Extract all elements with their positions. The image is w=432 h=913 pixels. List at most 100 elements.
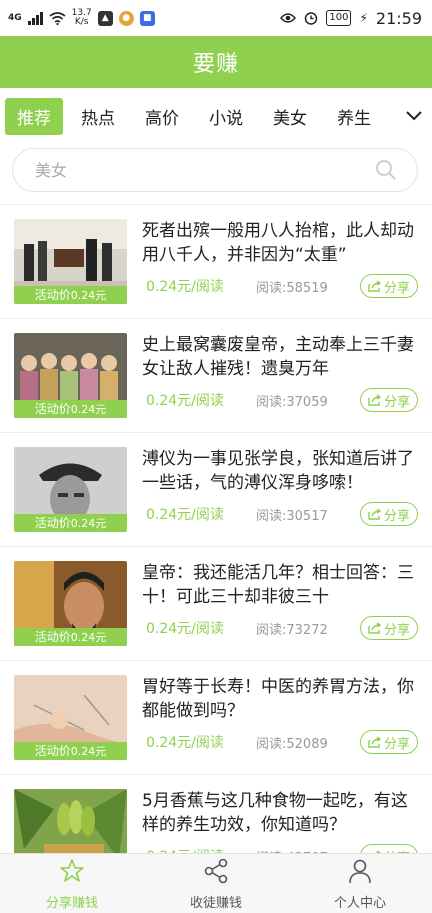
- article-feed[interactable]: 活动价0.24元 死者出殡一般用八人抬棺，此人却动用八千人，并非因为“太重” 0.2…: [0, 205, 432, 853]
- bottom-navigation: 分享赚钱 收徒赚钱 个人中心: [0, 853, 432, 913]
- tab-3[interactable]: 小说: [197, 98, 255, 135]
- share-button[interactable]: 分享: [360, 616, 418, 640]
- article-thumbnail[interactable]: 活动价0.24元: [14, 447, 127, 532]
- promo-price: 0.24元: [70, 289, 107, 302]
- article-item[interactable]: 活动价0.24元 胃好等于长寿！中医的养胃方法，你都能做到吗？ 0.24元/阅读 阅读…: [0, 661, 432, 775]
- tab-list: 推荐热点高价小说美女养生搞: [0, 97, 396, 135]
- read-count: 阅读:52089: [256, 736, 328, 752]
- read-count: 阅读:58519: [256, 280, 328, 296]
- article-item[interactable]: 活动价0.24元 史上最窝囊废皇帝，主动奉上三千妻女让敌人摧残！遗臭万年 0.24元…: [0, 319, 432, 433]
- share-label: 分享: [383, 394, 410, 410]
- article-title[interactable]: 胃好等于长寿！中医的养胃方法，你都能做到吗？: [142, 675, 422, 723]
- promo-price: 0.24元: [70, 403, 107, 416]
- share-button[interactable]: 分享: [360, 502, 418, 526]
- star-icon: [58, 857, 86, 889]
- article-item[interactable]: 活动价0.24元 溥仪为一事见张学良，张知道后讲了一些话，气的溥仪浑身哆嗦！ 0.2…: [0, 433, 432, 547]
- share-button[interactable]: 分享: [360, 274, 418, 298]
- article-thumbnail[interactable]: 活动价0.24元: [14, 675, 127, 760]
- person-icon: [346, 857, 374, 889]
- promo-price: 0.24元: [70, 631, 107, 644]
- share-button[interactable]: 分享: [360, 388, 418, 412]
- article-thumbnail[interactable]: 活动价0.24元: [14, 333, 127, 418]
- article-item[interactable]: 活动价0.24元 死者出殡一般用八人抬棺，此人却动用八千人，并非因为“太重” 0.2…: [0, 205, 432, 319]
- nav-label: 个人中心: [333, 895, 386, 911]
- wifi-icon: [49, 11, 66, 25]
- read-count: 阅读:73272: [256, 622, 328, 638]
- read-count: 阅读:37059: [256, 394, 328, 410]
- promo-badge: 活动价0.24元: [14, 400, 127, 418]
- article-thumbnail[interactable]: 活动价0.24元: [14, 219, 127, 304]
- nav-item-1[interactable]: 收徒赚钱: [144, 854, 288, 913]
- promo-price: 0.24元: [70, 517, 107, 530]
- article-meta: 0.24元/阅读 阅读:37059 分享: [146, 387, 418, 413]
- share-label: 分享: [383, 622, 410, 638]
- article-title[interactable]: 史上最窝囊废皇帝，主动奉上三千妻女让敌人摧残！遗臭万年: [142, 333, 422, 381]
- read-count: 阅读:30517: [256, 508, 328, 524]
- promo-badge: 活动价0.24元: [14, 628, 127, 646]
- share-nodes-icon: [202, 857, 230, 889]
- share-icon: [368, 508, 382, 520]
- network-type: 4G: [8, 13, 22, 23]
- status-right: 100 ⚡ 21:59: [280, 9, 432, 28]
- article-thumbnail[interactable]: 活动价0.24元: [14, 561, 127, 646]
- chevron-down-icon: [406, 111, 422, 121]
- article-item[interactable]: 活动价0.24元 5月香蕉与这几种食物一起吃，有这样的养生功效，你知道吗？ 0.24…: [0, 775, 432, 853]
- tab-4[interactable]: 美女: [261, 98, 319, 135]
- earning-rate: 0.24元/阅读: [146, 393, 224, 409]
- share-icon: [368, 394, 382, 406]
- tab-6[interactable]: 搞: [389, 98, 396, 135]
- earning-rate: 0.24元/阅读: [146, 735, 224, 751]
- promo-price: 0.24元: [70, 745, 107, 758]
- share-button[interactable]: 分享: [360, 844, 418, 853]
- earning-rate: 0.24元/阅读: [146, 507, 224, 523]
- promo-label: 活动价: [34, 744, 71, 758]
- eye-icon: [280, 13, 297, 23]
- promo-label: 活动价: [34, 402, 71, 416]
- search-icon[interactable]: [375, 159, 397, 181]
- nav-item-0[interactable]: 分享赚钱: [0, 854, 144, 913]
- nav-item-2[interactable]: 个人中心: [288, 854, 432, 913]
- page-title: 要赚: [192, 52, 239, 77]
- earning-rate: 0.24元/阅读: [146, 621, 224, 637]
- share-label: 分享: [383, 280, 410, 296]
- article-title[interactable]: 5月香蕉与这几种食物一起吃，有这样的养生功效，你知道吗？: [142, 789, 422, 837]
- nav-label: 收徒赚钱: [189, 895, 242, 911]
- tab-2[interactable]: 高价: [133, 98, 191, 135]
- app-header: 要赚: [0, 36, 432, 88]
- more-categories-button[interactable]: [396, 88, 432, 144]
- earning-rate: 0.24元/阅读: [146, 846, 256, 853]
- search-box[interactable]: [12, 148, 418, 192]
- battery-indicator: 100: [326, 10, 352, 26]
- charging-icon: ⚡: [359, 11, 368, 25]
- status-left: 4G 13.7 K/s ▲ ● ■: [0, 9, 155, 27]
- tab-1[interactable]: 热点: [69, 98, 127, 135]
- article-meta: 0.24元/阅读 阅读:52089 分享: [146, 729, 418, 755]
- article-thumbnail[interactable]: 活动价0.24元: [14, 789, 127, 853]
- share-label: 分享: [383, 736, 410, 752]
- search-input[interactable]: [33, 159, 337, 181]
- article-title[interactable]: 溥仪为一事见张学良，张知道后讲了一些话，气的溥仪浑身哆嗦！: [142, 447, 422, 495]
- tab-0[interactable]: 推荐: [5, 97, 63, 135]
- article-meta: 0.24元/阅读 阅读:73272 分享: [146, 615, 418, 641]
- signal-icon: [27, 11, 43, 25]
- article-title[interactable]: 皇帝：我还能活几年？相士回答：三十！可此三十却非彼三十: [142, 561, 422, 609]
- app-notification-icon: ●: [118, 10, 134, 26]
- article-item[interactable]: 活动价0.24元 皇帝：我还能活几年？相士回答：三十！可此三十却非彼三十 0.24元…: [0, 547, 432, 661]
- speed-unit: K/s: [74, 17, 89, 27]
- article-title[interactable]: 死者出殡一般用八人抬棺，此人却动用八千人，并非因为“太重”: [142, 219, 422, 267]
- category-tabs: 推荐热点高价小说美女养生搞: [0, 88, 432, 144]
- promo-label: 活动价: [34, 288, 71, 302]
- earning-rate: 0.24元/阅读: [146, 279, 224, 295]
- status-time: 21:59: [375, 8, 422, 28]
- article-meta: 0.24元/阅读 阅读:58519 分享: [146, 273, 418, 299]
- promo-badge: 活动价0.24元: [14, 514, 127, 532]
- promo-label: 活动价: [34, 630, 71, 644]
- alarm-icon: [305, 12, 318, 25]
- nav-label: 分享赚钱: [45, 895, 98, 911]
- gallery-notification-icon: ▲: [97, 10, 113, 26]
- status-bar: 4G 13.7 K/s ▲ ● ■ 100 ⚡ 21:59: [0, 0, 432, 36]
- promo-badge: 活动价0.24元: [14, 742, 127, 760]
- tab-5[interactable]: 养生: [325, 98, 383, 135]
- share-button[interactable]: 分享: [360, 730, 418, 754]
- article-meta: 0.24元/阅读 阅读:30517 分享: [146, 501, 418, 527]
